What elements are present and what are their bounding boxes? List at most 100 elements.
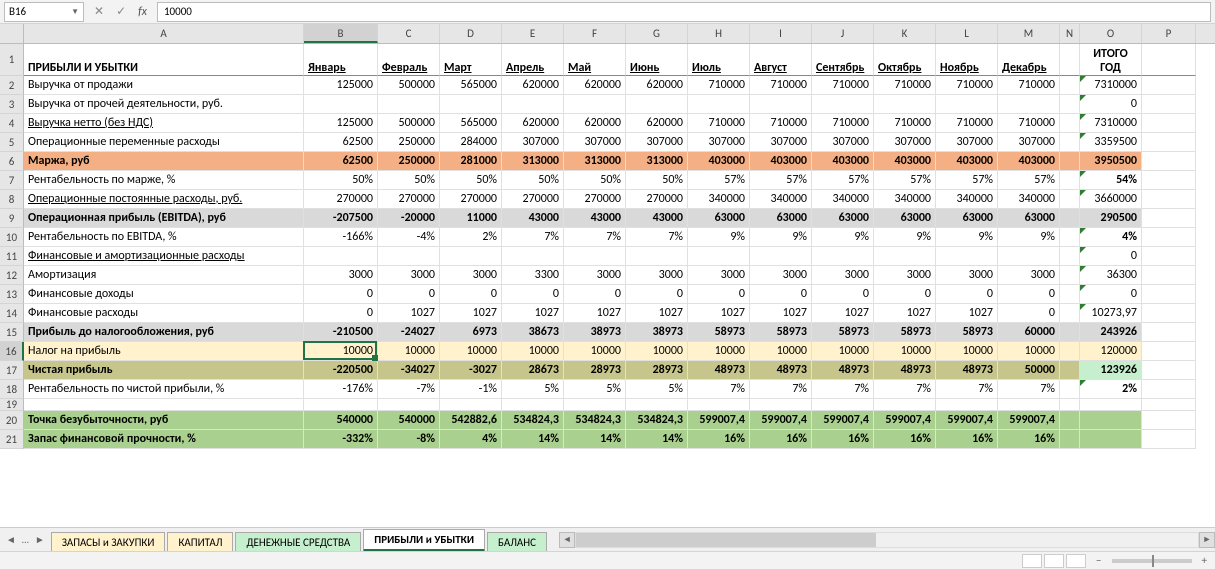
name-box[interactable]: B16 ▼: [4, 2, 84, 22]
cell-K6[interactable]: 403000: [874, 152, 936, 171]
cell-G18[interactable]: 5%: [626, 380, 688, 399]
cell-G6[interactable]: 313000: [626, 152, 688, 171]
column-header-F[interactable]: F: [564, 24, 626, 43]
cell-J19[interactable]: [812, 399, 874, 411]
cell-C10[interactable]: -4%: [378, 228, 440, 247]
cell-L3[interactable]: [936, 95, 998, 114]
total-5[interactable]: 3359500: [1080, 133, 1142, 152]
cell-I11[interactable]: [750, 247, 812, 266]
cell-L8[interactable]: 340000: [936, 190, 998, 209]
cell-B10[interactable]: -166%: [304, 228, 378, 247]
row-header-15[interactable]: 15: [0, 323, 24, 342]
row-label-11[interactable]: Финансовые и амортизационные расходы: [24, 247, 304, 266]
cell-D20[interactable]: 542882,6: [440, 411, 502, 430]
row-header-13[interactable]: 13: [0, 285, 24, 304]
cell-L15[interactable]: 58973: [936, 323, 998, 342]
cell-G20[interactable]: 534824,3: [626, 411, 688, 430]
scroll-thumb[interactable]: [576, 533, 876, 547]
cell-L4[interactable]: 710000: [936, 114, 998, 133]
tab-prev-icon[interactable]: ◄: [6, 533, 16, 546]
cell-B7[interactable]: 50%: [304, 171, 378, 190]
cell-F3[interactable]: [564, 95, 626, 114]
cell-I10[interactable]: 9%: [750, 228, 812, 247]
cell-M4[interactable]: 710000: [998, 114, 1060, 133]
cell-D14[interactable]: 1027: [440, 304, 502, 323]
row-label-14[interactable]: Финансовые расходы: [24, 304, 304, 323]
cell-L21[interactable]: 16%: [936, 430, 998, 449]
column-header-M[interactable]: M: [998, 24, 1060, 43]
total-header[interactable]: ИТОГО ГОД: [1080, 44, 1142, 76]
cell-P5[interactable]: [1142, 133, 1196, 152]
cell-P12[interactable]: [1142, 266, 1196, 285]
cell-B12[interactable]: 3000: [304, 266, 378, 285]
cell-I14[interactable]: 1027: [750, 304, 812, 323]
month-header-C[interactable]: Февраль: [378, 44, 440, 76]
cell-J8[interactable]: 340000: [812, 190, 874, 209]
cell-K16[interactable]: 10000: [874, 342, 936, 361]
cell-B19[interactable]: [304, 399, 378, 411]
column-header-D[interactable]: D: [440, 24, 502, 43]
cell-C20[interactable]: 540000: [378, 411, 440, 430]
column-header-B[interactable]: B: [304, 24, 378, 43]
cell-E3[interactable]: [502, 95, 564, 114]
cell-E16[interactable]: 10000: [502, 342, 564, 361]
total-21[interactable]: [1080, 430, 1142, 449]
row-header-18[interactable]: 18: [0, 380, 24, 399]
cell-K12[interactable]: 3000: [874, 266, 936, 285]
cell-P11[interactable]: [1142, 247, 1196, 266]
cell-D9[interactable]: 11000: [440, 209, 502, 228]
cell-C9[interactable]: -20000: [378, 209, 440, 228]
cell-D16[interactable]: 10000: [440, 342, 502, 361]
cell-E8[interactable]: 270000: [502, 190, 564, 209]
row-header-19[interactable]: 19: [0, 399, 24, 411]
cell-F10[interactable]: 7%: [564, 228, 626, 247]
cell-E13[interactable]: 0: [502, 285, 564, 304]
row-header-8[interactable]: 8: [0, 190, 24, 209]
column-header-J[interactable]: J: [812, 24, 874, 43]
cell-F19[interactable]: [564, 399, 626, 411]
cell-L13[interactable]: 0: [936, 285, 998, 304]
row-label-17[interactable]: Чистая прибыль: [24, 361, 304, 380]
cell-J2[interactable]: 710000: [812, 76, 874, 95]
cell-K8[interactable]: 340000: [874, 190, 936, 209]
cell-N14[interactable]: [1060, 304, 1080, 323]
cell-F17[interactable]: 28973: [564, 361, 626, 380]
cell-K11[interactable]: [874, 247, 936, 266]
cell-G14[interactable]: 1027: [626, 304, 688, 323]
cell-I6[interactable]: 403000: [750, 152, 812, 171]
cell-I8[interactable]: 340000: [750, 190, 812, 209]
cell-G9[interactable]: 43000: [626, 209, 688, 228]
cell-M17[interactable]: 50000: [998, 361, 1060, 380]
row-label-12[interactable]: Амортизация: [24, 266, 304, 285]
row-label-19[interactable]: [24, 399, 304, 411]
cell-B21[interactable]: -332%: [304, 430, 378, 449]
cell-F20[interactable]: 534824,3: [564, 411, 626, 430]
cell-N11[interactable]: [1060, 247, 1080, 266]
cell-B13[interactable]: 0: [304, 285, 378, 304]
cell-G3[interactable]: [626, 95, 688, 114]
cell-B17[interactable]: -220500: [304, 361, 378, 380]
month-header-J[interactable]: Сентябрь: [812, 44, 874, 76]
total-14[interactable]: 10273,97: [1080, 304, 1142, 323]
month-header-D[interactable]: Март: [440, 44, 502, 76]
cell-K4[interactable]: 710000: [874, 114, 936, 133]
row-header-5[interactable]: 5: [0, 133, 24, 152]
fx-icon[interactable]: fx: [138, 5, 147, 19]
row-label-7[interactable]: Рентабельность по марже, %: [24, 171, 304, 190]
cell-J3[interactable]: [812, 95, 874, 114]
cell-F13[interactable]: 0: [564, 285, 626, 304]
row-label-2[interactable]: Выручка от продажи: [24, 76, 304, 95]
cell-J11[interactable]: [812, 247, 874, 266]
cell-D7[interactable]: 50%: [440, 171, 502, 190]
cell-L5[interactable]: 307000: [936, 133, 998, 152]
sheet-tab[interactable]: БАЛАНС: [487, 532, 547, 552]
cell-E19[interactable]: [502, 399, 564, 411]
cell-D3[interactable]: [440, 95, 502, 114]
cell-M8[interactable]: 340000: [998, 190, 1060, 209]
row-label-16[interactable]: Налог на прибыль: [24, 342, 304, 361]
cell-N18[interactable]: [1060, 380, 1080, 399]
cell-G10[interactable]: 7%: [626, 228, 688, 247]
cell-J14[interactable]: 1027: [812, 304, 874, 323]
cell-D18[interactable]: -1%: [440, 380, 502, 399]
cell-F7[interactable]: 50%: [564, 171, 626, 190]
